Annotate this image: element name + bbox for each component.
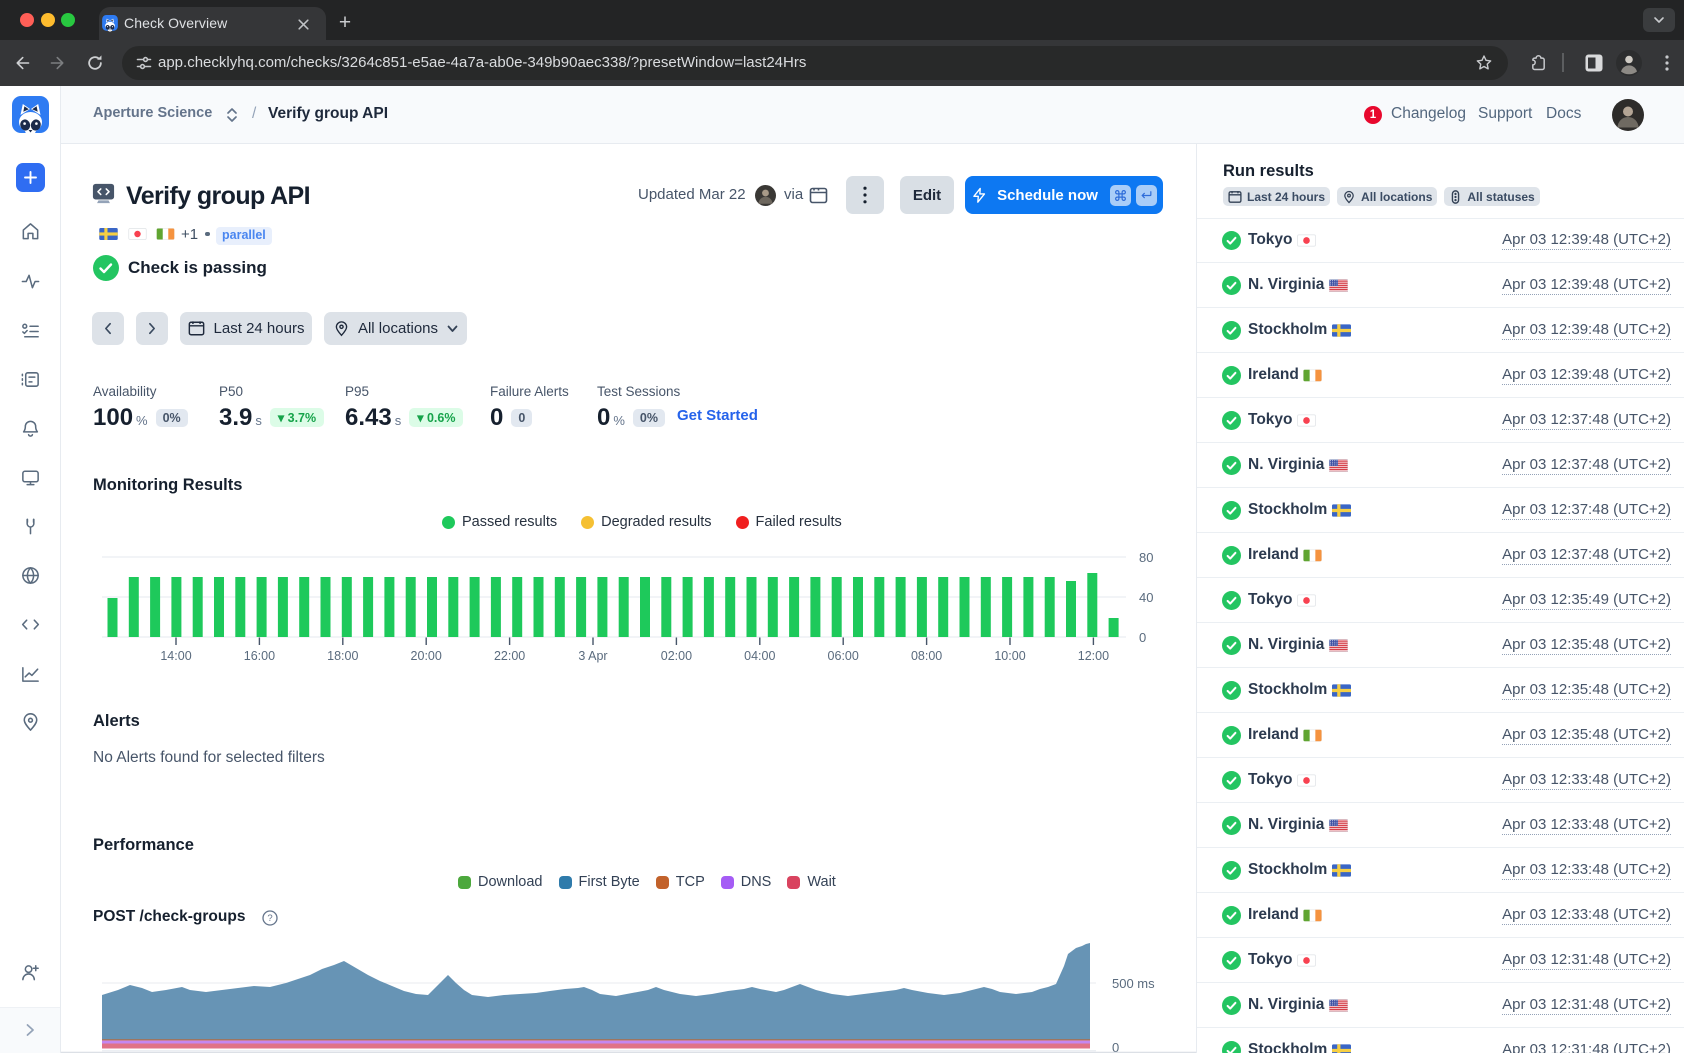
svg-text:20:00: 20:00 (411, 649, 442, 663)
svg-text:?: ? (267, 913, 272, 924)
svg-text:3 Apr: 3 Apr (578, 649, 607, 663)
svg-text:500 ms: 500 ms (1112, 976, 1155, 991)
svg-text:06:00: 06:00 (828, 649, 859, 663)
svg-text:10:00: 10:00 (994, 649, 1025, 663)
svg-text:08:00: 08:00 (911, 649, 942, 663)
svg-text:0: 0 (1112, 1040, 1119, 1053)
svg-text:14:00: 14:00 (160, 649, 191, 663)
svg-text:0: 0 (1139, 630, 1146, 645)
svg-text:12:00: 12:00 (1078, 649, 1109, 663)
svg-text:40: 40 (1139, 590, 1153, 605)
svg-text:04:00: 04:00 (744, 649, 775, 663)
svg-text:02:00: 02:00 (661, 649, 692, 663)
svg-text:22:00: 22:00 (494, 649, 525, 663)
svg-text:80: 80 (1139, 550, 1153, 565)
svg-text:16:00: 16:00 (244, 649, 275, 663)
svg-text:18:00: 18:00 (327, 649, 358, 663)
